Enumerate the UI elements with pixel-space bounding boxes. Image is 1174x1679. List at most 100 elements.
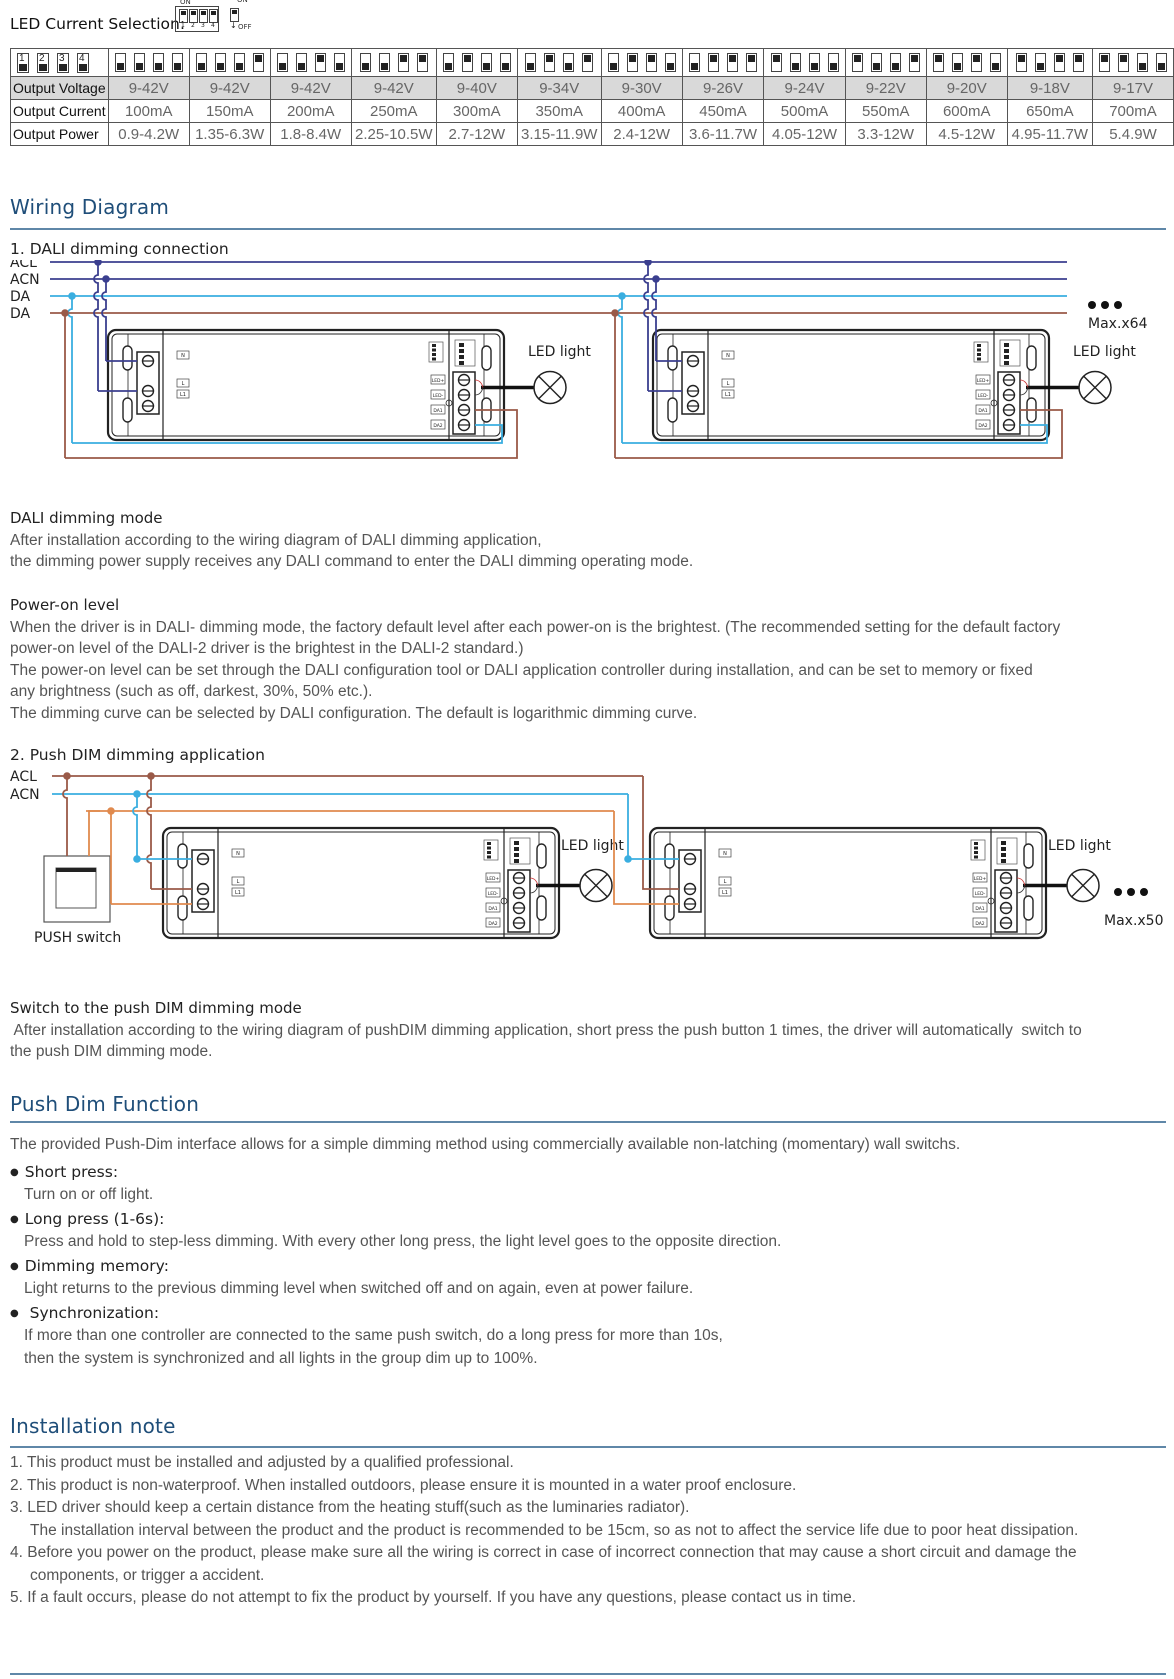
dip-switch-off-icon — [480, 53, 492, 72]
dip-switch-icon — [977, 348, 981, 352]
led-current-selection-label: LED Current Selection: — [10, 15, 186, 33]
terminal-label: L — [182, 381, 185, 387]
dip-switch-on-icon — [932, 53, 944, 72]
spec-cell-current: 400mA — [600, 99, 683, 123]
terminal-label: DA1 — [488, 906, 497, 912]
spec-cell-power: 2.4-12W — [600, 122, 683, 146]
push-wiring-diagram: ACL ACN PUSH switch N L L1 LED+ LED- DA1 DA2 LED l… — [10, 770, 1164, 946]
dip-setting-cell — [1091, 48, 1174, 77]
dip-switch-icon — [1001, 853, 1006, 857]
wire-drop — [101, 279, 107, 361]
push-switch-button — [55, 867, 97, 909]
more-dot-icon — [1114, 888, 1122, 896]
dip-legend-switch-icon — [179, 9, 188, 23]
push-dim-item: Dimming memory: Light returns to the prev… — [10, 1254, 781, 1301]
dip-switch-on-icon — [252, 53, 264, 72]
push-mode-line: After installation according to the wiri… — [10, 1021, 1082, 1039]
installation-note-text: 3. LED driver should keep a certain dist… — [10, 1499, 690, 1516]
push-switch-label: PUSH switch — [34, 930, 121, 946]
push-mode-line: the push DIM dimming mode. — [10, 1043, 213, 1060]
power-on-line: power-on level of the DALI-2 driver is t… — [10, 640, 524, 657]
dip-number-switch-icon: 1 — [17, 52, 29, 73]
spec-cell-power: 4.95-11.7W — [1006, 122, 1093, 146]
dip-switch-icon — [1004, 349, 1009, 353]
spec-cell-power: 3.6-11.7W — [681, 122, 765, 146]
dip-switch-icon — [459, 349, 464, 353]
dip-number: 2 — [39, 52, 45, 64]
dip-switch-on-icon — [908, 53, 920, 72]
mounting-hole — [1023, 895, 1034, 921]
more-dot-icon — [1088, 301, 1096, 309]
dip-number: 4 — [79, 52, 85, 64]
dip-switch-block — [999, 339, 1021, 367]
bus-label: ACN — [10, 272, 40, 288]
push-dim-item: Synchronization: If more than one control… — [10, 1301, 781, 1371]
dip-switch-icon — [974, 855, 978, 859]
dip-switch-off-icon — [442, 53, 454, 72]
dip-setting-cell — [844, 48, 927, 77]
led-driver: N L L1 LED+ LED- DA1 DA2 — [161, 826, 561, 940]
dip-switch-off-icon — [359, 53, 371, 72]
dip-switch-icon — [432, 353, 436, 356]
spec-cell-power: 4.5-12W — [925, 122, 1008, 146]
dip-switch-icon — [974, 846, 978, 850]
dip-switch-off-icon — [827, 53, 839, 72]
push-dim-item-title: Dimming memory: — [10, 1254, 781, 1278]
spec-cell-current: 350mA — [516, 99, 602, 123]
spec-row-current: Output Current 100mA 150mA 200mA 250mA 300mA 3… — [10, 99, 1174, 123]
dip-switch-on-icon — [1098, 53, 1110, 72]
dip-header-cell: 1 2 3 4 — [10, 48, 109, 77]
dip-switch-icon — [1001, 859, 1006, 863]
spec-cell-voltage: 9-40V — [435, 76, 518, 100]
terminal-label: DA1 — [975, 906, 984, 912]
terminal-label: N — [723, 851, 727, 857]
dip-legend-single-switch — [230, 8, 239, 22]
push-dim-item-desc: then the system is synchronized and all … — [24, 1350, 538, 1367]
terminal-label: L1 — [722, 890, 728, 896]
installation-note-text: 1. This product must be installed and ad… — [10, 1454, 514, 1471]
footer-rule — [10, 1673, 1166, 1675]
dip-number: 3 — [59, 52, 65, 64]
dip-switch-icon — [974, 851, 978, 854]
wire-drop — [62, 776, 68, 856]
installation-note: 2. This product is non-waterproof. When … — [10, 1475, 1078, 1498]
wire-drop — [617, 296, 623, 443]
push-dim-intro: The provided Push-Dim interface allows f… — [10, 1136, 961, 1153]
terminal-label: LED+ — [974, 876, 987, 882]
dip-setting-cell — [107, 48, 190, 77]
dip-switch-on-icon — [314, 53, 326, 72]
led-light-label: LED light — [561, 838, 624, 854]
dip-switch-off-icon — [195, 53, 207, 72]
push-dim-item-desc: Turn on or off light. — [24, 1186, 154, 1203]
dip-switch-on-icon — [416, 53, 428, 72]
dip-switch-block — [454, 339, 476, 367]
dip-switch-icon — [1001, 847, 1006, 851]
push-dim-item-desc: Light returns to the previous dimming le… — [24, 1280, 694, 1297]
dip-switch-on-icon — [397, 53, 409, 72]
power-on-line: When the driver is in DALI- dimming mode… — [10, 618, 1061, 636]
mounting-hole — [667, 397, 678, 423]
dip-setting-cell — [600, 48, 683, 77]
dip-setting-cell — [269, 48, 352, 77]
section-title-push-dim: Push Dim Function — [10, 1092, 200, 1116]
terminal-label: N — [181, 353, 185, 359]
power-on-line: The dimming curve can be selected by DAL… — [10, 704, 698, 722]
dip-switch-icon — [487, 851, 491, 854]
terminal-label: L — [237, 879, 240, 885]
section-rule — [10, 1121, 1166, 1123]
spec-cell-power: 5.4.9W — [1091, 122, 1174, 146]
bus-label: DA — [10, 306, 31, 322]
dip-legend-num: 1 — [181, 22, 185, 29]
dip-legend-off: OFF — [238, 23, 252, 31]
spec-cell-power: 3.15-11.9W — [516, 122, 602, 146]
push-dim-item-title: Synchronization: — [10, 1301, 781, 1325]
dali-mode-line: the dimming power supply receives any DA… — [10, 553, 694, 570]
spec-cell-voltage: 9-42V — [107, 76, 190, 100]
mounting-hole — [177, 895, 188, 921]
dip-switch-off-icon — [133, 53, 145, 72]
dip-setting-cell — [350, 48, 437, 77]
dip-switch-icon — [977, 357, 981, 361]
led-driver: N L L1 LED+ LED- DA1 DA2 — [648, 826, 1048, 940]
terminal-label: LED+ — [977, 378, 990, 384]
led-current-selection: LED Current Selection: — [10, 14, 185, 33]
